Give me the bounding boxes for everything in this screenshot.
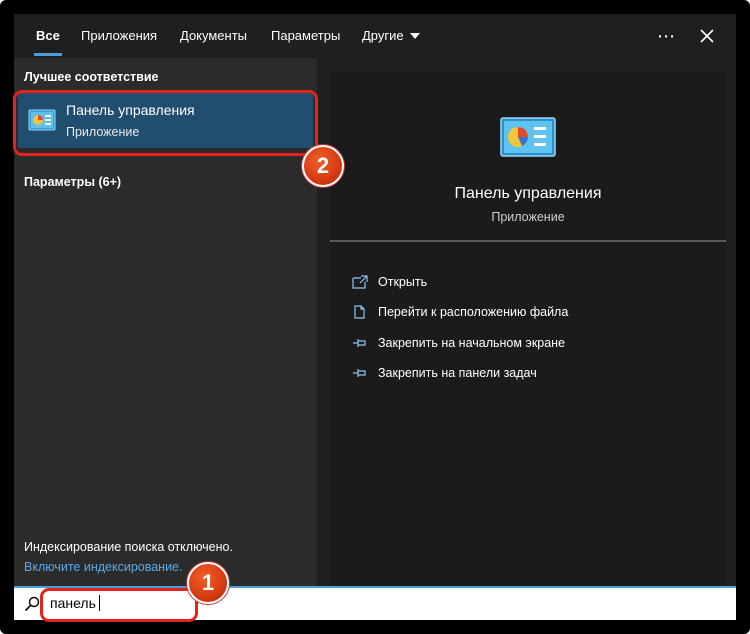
tab-all[interactable]: Все <box>34 14 62 58</box>
action-file-location-label: Перейти к расположению файла <box>378 305 569 319</box>
preview-title: Панель управления <box>454 185 602 202</box>
file-location-icon <box>354 305 365 319</box>
tab-other[interactable]: Другие <box>362 14 420 58</box>
tab-settings[interactable]: Параметры <box>271 14 340 58</box>
filter-tabs: Все Приложения Документы Параметры Други… <box>14 14 736 58</box>
enable-indexing-link[interactable]: Включите индексирование. <box>24 560 182 574</box>
action-open-label: Открыть <box>378 275 428 289</box>
pin-icon <box>353 369 366 377</box>
control-panel-large-icon <box>500 117 556 157</box>
tab-other-label: Другие <box>362 28 404 43</box>
preview-subtitle: Приложение <box>491 210 565 224</box>
best-match-header: Лучшее соответствие <box>24 70 159 84</box>
pin-icon <box>353 339 366 347</box>
chevron-down-icon <box>409 32 420 39</box>
close-icon[interactable] <box>693 22 721 50</box>
tab-documents[interactable]: Документы <box>180 14 247 58</box>
more-options-icon[interactable]: ⋯ <box>652 22 680 50</box>
action-pin-start-label: Закрепить на начальном экране <box>378 336 566 350</box>
preview-pane: Панель управления Приложение Открыть Пер… <box>330 72 726 586</box>
tab-apps[interactable]: Приложения <box>81 14 157 58</box>
search-icon <box>24 596 40 612</box>
indexing-notice: Индексирование поиска отключено. Включит… <box>14 532 317 586</box>
highlight-box-search <box>40 588 198 622</box>
settings-header[interactable]: Параметры (6+) <box>24 175 121 189</box>
step-badge-2: 2 <box>302 145 344 187</box>
action-pin-taskbar-label: Закрепить на панели задач <box>378 366 537 380</box>
highlight-box-best-match <box>13 90 318 156</box>
indexing-off-text: Индексирование поиска отключено. <box>24 540 233 554</box>
preview-divider <box>330 240 726 242</box>
open-icon <box>352 275 368 289</box>
step-badge-1: 1 <box>187 562 229 604</box>
